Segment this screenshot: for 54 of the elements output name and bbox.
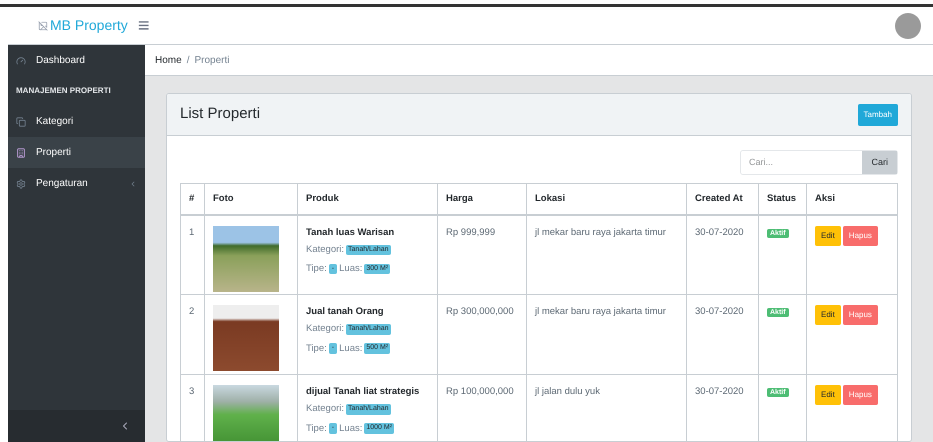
- table-cell: Rp 999,999: [438, 214, 526, 294]
- table-cell: 3: [180, 374, 204, 441]
- table-cell: jl mekar baru raya jakarta timur: [526, 294, 686, 374]
- type-label: Tipe:: [306, 262, 327, 276]
- building-icon: [16, 148, 26, 158]
- photo-placeholder: [213, 226, 279, 292]
- copy-icon: [16, 116, 26, 126]
- type-label: Tipe:: [306, 342, 327, 356]
- product-name: Tanah luas Warisan: [306, 226, 396, 240]
- column-header: Produk: [298, 184, 438, 214]
- type-label: Tipe:: [306, 422, 327, 436]
- table-cell: Rp 300,000,000: [438, 294, 526, 374]
- table-cell: 1: [180, 214, 204, 294]
- avatar[interactable]: [895, 12, 921, 38]
- photo-placeholder: [213, 305, 279, 371]
- gear-icon: [16, 178, 26, 188]
- breadcrumb-item[interactable]: Home: [155, 52, 182, 68]
- category-label: Kategori:: [306, 242, 344, 257]
- sidebar-item[interactable]: Pengaturan: [8, 168, 145, 199]
- gauge-icon: [16, 56, 26, 66]
- breadcrumb-item: Properti: [194, 54, 230, 68]
- product-name: Jual tanah Orang: [306, 305, 385, 319]
- column-header: Foto: [204, 184, 298, 214]
- area-label: Luas:: [339, 262, 362, 276]
- photo-placeholder: [213, 385, 279, 441]
- area-label: Luas:: [339, 422, 362, 436]
- product-name: dijual Tanah liat strategis: [306, 385, 420, 399]
- column-header: Aksi: [806, 184, 898, 214]
- area-label: Luas:: [339, 342, 362, 356]
- edit-button[interactable]: Edit: [815, 305, 841, 325]
- sidebar-item[interactable]: Dashboard: [8, 45, 145, 76]
- column-header: Created At: [686, 184, 758, 214]
- category-label: Kategori:: [306, 322, 344, 336]
- breadcrumb-separator: /: [186, 54, 190, 68]
- menu-toggle[interactable]: ≡: [138, 16, 150, 36]
- logo-text: MB Property: [50, 16, 128, 35]
- sidebar-item[interactable]: Properti: [8, 137, 145, 168]
- edit-button[interactable]: Edit: [815, 385, 841, 405]
- broken-image-icon: [38, 20, 48, 30]
- column-header: Harga: [438, 184, 526, 214]
- card-title: List Properti: [180, 104, 260, 124]
- sidebar-section-title: MANAJEMEN PROPERTI: [15, 85, 112, 97]
- table-cell: 2: [180, 294, 204, 374]
- sidebar-item[interactable]: Kategori: [8, 106, 145, 137]
- search-field[interactable]: Cari... Cari: [740, 150, 898, 175]
- edit-button[interactable]: Edit: [815, 226, 841, 246]
- column-header: Status: [758, 184, 806, 214]
- category-label: Kategori:: [306, 402, 344, 416]
- table-cell: 30-07-2020: [686, 294, 758, 374]
- table-cell: 30-07-2020: [686, 214, 758, 294]
- column-header: Lokasi: [526, 184, 686, 214]
- table-cell: jl mekar baru raya jakarta timur: [526, 214, 686, 294]
- search-button[interactable]: Cari: [862, 151, 897, 174]
- column-header: #: [180, 184, 204, 214]
